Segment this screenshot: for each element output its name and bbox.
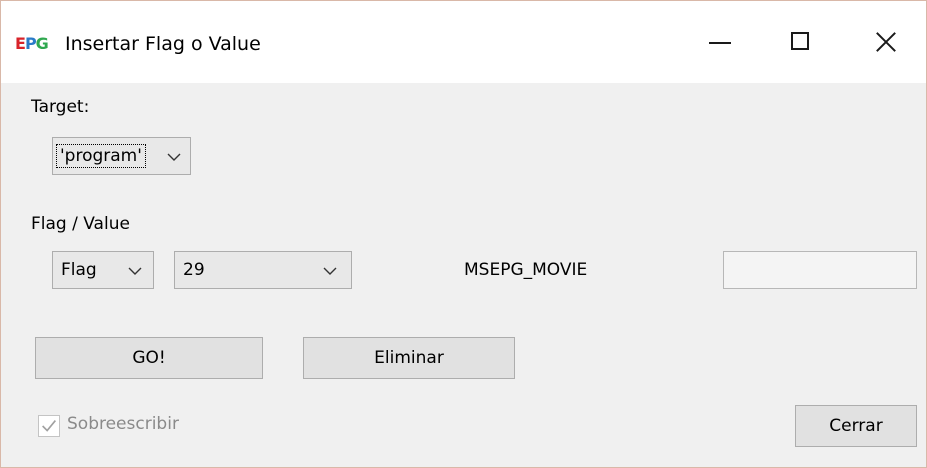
target-dropdown-value: 'program' bbox=[56, 144, 146, 168]
dialog-window: EPG Insertar Flag o Value Target: 'progr… bbox=[0, 0, 927, 468]
checkmark-icon bbox=[42, 420, 56, 432]
value-input[interactable] bbox=[723, 251, 917, 289]
close-button[interactable]: Cerrar bbox=[795, 405, 917, 447]
flag-type-value: Flag bbox=[61, 260, 97, 280]
overwrite-checkbox[interactable] bbox=[38, 415, 60, 437]
flag-type-dropdown[interactable]: Flag bbox=[52, 251, 154, 289]
flag-constant-name: MSEPG_MOVIE bbox=[464, 260, 588, 280]
close-icon bbox=[875, 31, 897, 53]
minimize-button[interactable] bbox=[689, 19, 749, 65]
overwrite-label: Sobreescribir bbox=[67, 414, 179, 434]
minimize-icon bbox=[709, 42, 731, 44]
window-title: Insertar Flag o Value bbox=[65, 33, 261, 55]
chevron-down-icon bbox=[323, 267, 337, 275]
chevron-down-icon bbox=[128, 267, 142, 275]
chevron-down-icon bbox=[167, 153, 181, 161]
close-window-button[interactable] bbox=[857, 19, 917, 65]
flag-number-value: 29 bbox=[183, 260, 205, 280]
flag-number-dropdown[interactable]: 29 bbox=[174, 251, 352, 289]
go-button[interactable]: GO! bbox=[35, 337, 263, 379]
target-dropdown[interactable]: 'program' bbox=[52, 137, 191, 175]
flag-value-label: Flag / Value bbox=[31, 214, 130, 234]
epg-app-icon: EPG bbox=[15, 34, 49, 53]
delete-button[interactable]: Eliminar bbox=[303, 337, 515, 379]
target-label: Target: bbox=[31, 97, 90, 117]
title-bar[interactable]: EPG Insertar Flag o Value bbox=[1, 1, 926, 83]
maximize-button[interactable] bbox=[771, 19, 831, 65]
maximize-icon bbox=[791, 32, 809, 50]
